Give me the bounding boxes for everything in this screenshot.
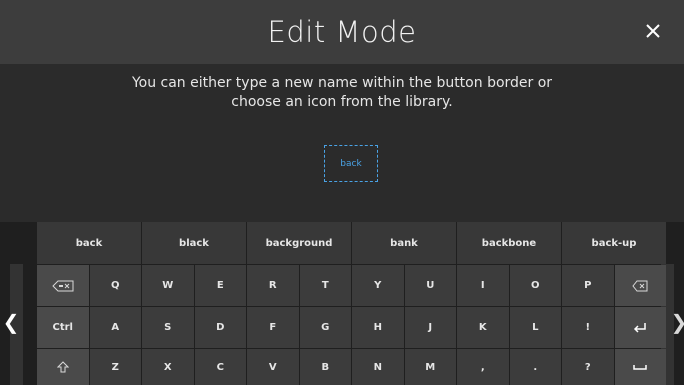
key-q[interactable]: Q bbox=[89, 265, 141, 306]
keyboard-row-3: Z X C V B N M , . ? bbox=[37, 349, 666, 385]
button-name-input[interactable]: back bbox=[324, 145, 378, 182]
key-k[interactable]: K bbox=[457, 307, 509, 348]
chevron-left-icon[interactable]: ❮ bbox=[3, 310, 20, 334]
key-g[interactable]: G bbox=[299, 307, 351, 348]
suggestion-item[interactable]: backbone bbox=[457, 222, 561, 264]
key-j[interactable]: J bbox=[404, 307, 456, 348]
key-u[interactable]: U bbox=[404, 265, 456, 306]
key-y[interactable]: Y bbox=[352, 265, 404, 306]
close-icon bbox=[646, 24, 660, 38]
keyboard-row-1: Q W E R T Y U I O P bbox=[37, 265, 666, 306]
close-button[interactable] bbox=[640, 18, 666, 44]
key-x[interactable]: X bbox=[142, 349, 194, 385]
key-p[interactable]: P bbox=[562, 265, 614, 306]
instructions: You can either type a new name within th… bbox=[0, 74, 684, 112]
key-e[interactable]: E bbox=[194, 265, 246, 306]
backspace-icon bbox=[632, 280, 648, 291]
suggestion-item[interactable]: black bbox=[142, 222, 246, 264]
key-i[interactable]: I bbox=[457, 265, 509, 306]
key-n[interactable]: N bbox=[352, 349, 404, 385]
key-o[interactable]: O bbox=[509, 265, 561, 306]
key-v[interactable]: V bbox=[247, 349, 299, 385]
suggestion-item[interactable]: bank bbox=[352, 222, 456, 264]
instruction-line-2: choose an icon from the library. bbox=[231, 94, 453, 110]
space-icon bbox=[633, 365, 647, 370]
key-comma[interactable]: , bbox=[457, 349, 509, 385]
key-r[interactable]: R bbox=[247, 265, 299, 306]
ctrl-key[interactable]: Ctrl bbox=[37, 307, 89, 348]
keyboard-row-2: Ctrl A S D F G H J K L ! bbox=[37, 307, 666, 348]
key-c[interactable]: C bbox=[194, 349, 246, 385]
clear-all-key[interactable] bbox=[37, 265, 89, 306]
key-exclamation[interactable]: ! bbox=[562, 307, 614, 348]
title-bar: Edit Mode bbox=[0, 0, 684, 64]
key-z[interactable]: Z bbox=[89, 349, 141, 385]
chevron-right-icon[interactable]: ❯ bbox=[671, 310, 684, 334]
key-a[interactable]: A bbox=[89, 307, 141, 348]
key-d[interactable]: D bbox=[194, 307, 246, 348]
suggestion-bar: back black background bank backbone back… bbox=[37, 222, 666, 264]
page-title: Edit Mode bbox=[267, 15, 417, 49]
space-key[interactable] bbox=[614, 349, 666, 385]
shift-key[interactable] bbox=[37, 349, 89, 385]
enter-icon bbox=[634, 322, 646, 333]
on-screen-keyboard: ❮ ❯ back black background bank backbone … bbox=[0, 222, 684, 385]
key-l[interactable]: L bbox=[509, 307, 561, 348]
keyboard-left-panel: ❮ bbox=[0, 264, 24, 385]
suggestion-item[interactable]: background bbox=[247, 222, 351, 264]
clear-all-icon bbox=[52, 280, 74, 291]
suggestion-item[interactable]: back bbox=[37, 222, 141, 264]
key-t[interactable]: T bbox=[299, 265, 351, 306]
key-s[interactable]: S bbox=[142, 307, 194, 348]
shift-icon bbox=[56, 361, 69, 373]
key-f[interactable]: F bbox=[247, 307, 299, 348]
enter-key[interactable] bbox=[614, 307, 666, 348]
key-period[interactable]: . bbox=[509, 349, 561, 385]
suggestion-item[interactable]: back-up bbox=[562, 222, 666, 264]
key-m[interactable]: M bbox=[404, 349, 456, 385]
edit-content: You can either type a new name within th… bbox=[0, 64, 684, 222]
instruction-line-1: You can either type a new name within th… bbox=[131, 75, 553, 91]
key-w[interactable]: W bbox=[142, 265, 194, 306]
key-question[interactable]: ? bbox=[562, 349, 614, 385]
backspace-key[interactable] bbox=[614, 265, 666, 306]
key-b[interactable]: B bbox=[299, 349, 351, 385]
key-h[interactable]: H bbox=[352, 307, 404, 348]
